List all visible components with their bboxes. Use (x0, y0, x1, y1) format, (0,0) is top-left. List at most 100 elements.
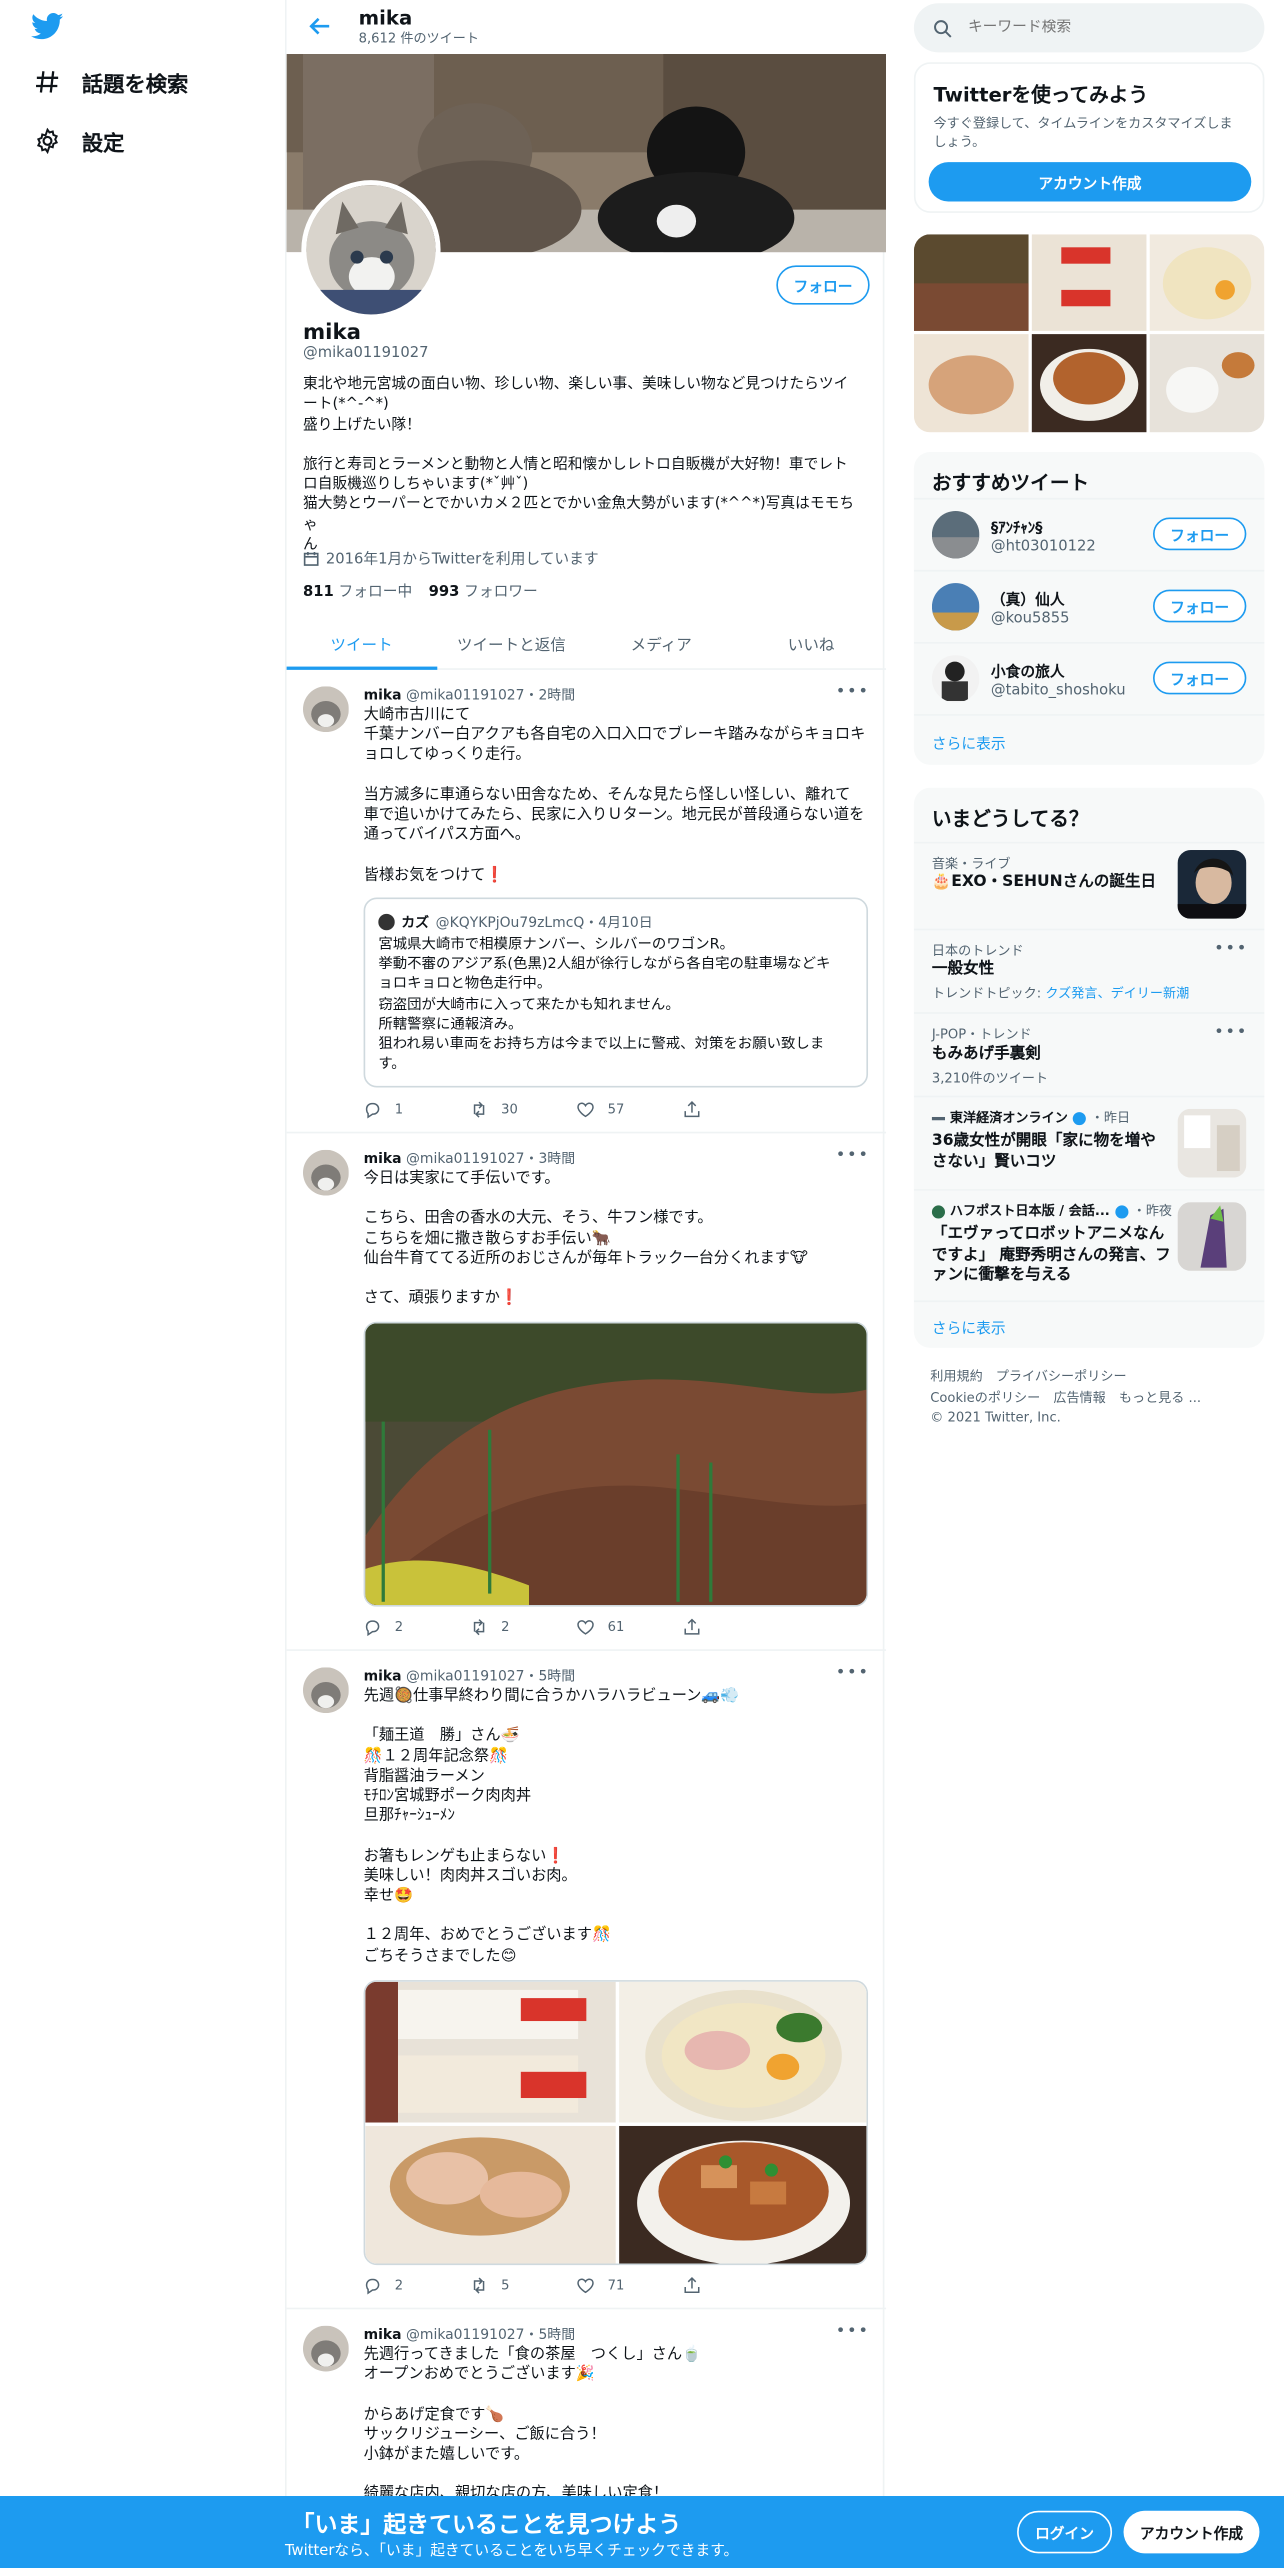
quoted-tweet[interactable]: カズ @KQYKPjOu79zLmcQ・4月10日 宮城県大崎市で相模原ナンバー… (363, 897, 869, 1088)
follow-button[interactable]: フォロー (1153, 517, 1247, 551)
tab-tweets[interactable]: ツイート (286, 619, 437, 670)
tweet-handle-time[interactable]: @mika01191027・2時間 (406, 688, 575, 704)
nav-item-explore[interactable]: 話題を検索 (33, 61, 189, 104)
tweet[interactable]: mika @mika01191027・5時間 ••• 先週🥘仕事早終わり間に合う… (286, 1651, 887, 2310)
tweet-author[interactable]: mika (364, 2327, 402, 2343)
retweet-button[interactable]: 2 (470, 1618, 576, 1636)
share-button[interactable] (683, 1101, 789, 1119)
nav-item-label: 設定 (81, 131, 125, 157)
tweet-text: 今日は実家にて手伝いです。 こちら、田舎の香水の大元、そう、牛フン様です。 こち… (364, 1169, 872, 1309)
tweet-photo-grid[interactable] (363, 1980, 869, 2266)
trend-category: J-POP・トレンド (931, 1026, 1032, 1042)
joined-text: 2016年1月からTwitterを利用しています (325, 551, 599, 569)
tweet[interactable]: mika @mika01191027・2時間 ••• 大崎市古川にて 千葉ナンバ… (286, 670, 887, 1134)
trend-title: 36歳女性が開眼「家に物を増やさない」賢いコツ (931, 1131, 1156, 1171)
recommended-account[interactable]: （真）仙人 @kou5855 フォロー (913, 569, 1265, 642)
tweet-author[interactable]: mika (364, 688, 402, 704)
tweet-line: こちらを畑に撒き散らすお手伝い🐂 (363, 1229, 611, 1248)
tweet-line: ごちそうさまでした😊 (363, 1946, 517, 1965)
media-grid[interactable] (913, 234, 1265, 433)
trend-title: 「エヴァってロボットアニメなんですよ」 庵野秀明さんの発言、ファンに衝撃を与える (931, 1225, 1171, 1285)
back-arrow-icon[interactable] (306, 13, 332, 39)
tweet-line: 幸せ🤩 (363, 1886, 414, 1905)
tweet-author[interactable]: mika (364, 1669, 402, 1685)
tweet-line: ﾓﾁﾛﾝ宮城野ポーク肉肉丼 (363, 1786, 532, 1805)
search-input[interactable] (967, 19, 1214, 37)
page-title: mika (358, 6, 413, 30)
recommended-account[interactable]: 小食の旅人 @tabito_shoshoku フォロー (913, 642, 1265, 714)
tweet-line: 千葉ナンバー白アクアも各自宅の入口入口でブレーキ踏みながらキョロキ (363, 725, 866, 744)
tweet-text: 先週🥘仕事早終わり間に合うかハラハラビューン🚙💨 「麺王道 勝」さん🍜 🎊１２周… (364, 1687, 872, 1967)
following-link[interactable]: 811 フォロー中 (303, 580, 412, 601)
tab-tweets-replies[interactable]: ツイートと返信 (436, 619, 586, 668)
trend-item[interactable]: 音楽・ライブ 🎂EXO・SEHUNさんの誕生日 (913, 841, 1265, 929)
like-button[interactable]: 71 (577, 2277, 683, 2295)
profile-handle: @mika01191027 (302, 345, 429, 362)
tweet-handle-time[interactable]: @mika01191027・5時間 (406, 2327, 575, 2343)
quote-line: す。 (378, 1056, 406, 1074)
reply-button[interactable]: 2 (364, 2277, 470, 2295)
tab-likes[interactable]: いいね (736, 619, 886, 668)
follow-button[interactable]: フォロー (1153, 589, 1247, 623)
tweet-avatar[interactable] (302, 1149, 349, 1196)
tweet-author[interactable]: mika (364, 1151, 402, 1167)
twitter-logo-icon[interactable] (29, 10, 65, 43)
trend-meta: 3,210件のツイート (931, 1071, 1049, 1086)
followers-link[interactable]: 993 フォロワー (429, 580, 538, 601)
footer-links-row[interactable]: 利用規約 プライバシーポリシー (930, 1368, 1258, 1388)
trend-item[interactable]: 日本のトレンド ••• 一般女性 トレンドトピック: クズ発言、デイリー新潮 (913, 928, 1265, 1013)
tweet-handle-time[interactable]: @mika01191027・3時間 (406, 1151, 575, 1167)
tweet-avatar[interactable] (302, 1667, 349, 1714)
share-button[interactable] (683, 1618, 789, 1636)
trend-meta-prefix: トレンドトピック: (931, 985, 1046, 1001)
tab-media[interactable]: メディア (586, 619, 736, 668)
search-box[interactable] (913, 3, 1265, 53)
trend-item[interactable]: 東洋経済オンライン ・昨日 36歳女性が開眼「家に物を増やさない」賢いコツ (913, 1095, 1265, 1189)
tweet-handle-time[interactable]: @mika01191027・5時間 (406, 1669, 575, 1685)
signup-button[interactable]: アカウント作成 (1123, 2510, 1260, 2554)
more-icon[interactable]: ••• (1214, 940, 1248, 958)
more-icon[interactable]: ••• (836, 683, 870, 701)
login-button[interactable]: ログイン (1017, 2510, 1113, 2554)
like-button[interactable]: 57 (577, 1101, 683, 1119)
tweet-avatar[interactable] (302, 2325, 349, 2372)
trend-item[interactable]: ハフポスト日本版 / 会話... ・昨夜 「エヴァってロボットアニメなんですよ」 … (913, 1189, 1265, 1300)
profile-avatar[interactable] (301, 180, 441, 320)
trend-item[interactable]: J-POP・トレンド ••• もみあげ手裏剣 3,210件のツイート (913, 1012, 1265, 1096)
retweet-button[interactable]: 5 (470, 2277, 576, 2295)
tweet-line: 「麺王道 勝」さん🍜 (363, 1726, 520, 1745)
trends-card: いまどうしてる？ 音楽・ライブ 🎂EXO・SEHUNさんの誕生日 日本のトレンド… (913, 787, 1265, 1348)
retweet-button[interactable]: 30 (470, 1101, 576, 1119)
follow-button[interactable]: フォロー (776, 265, 870, 305)
tweet-line: からあげ定食です🍗 (363, 2405, 505, 2424)
trend-meta-links[interactable]: クズ発言、デイリー新潮 (1045, 986, 1189, 1001)
tweet-line: オープンおめでとうございます🎉 (363, 2365, 595, 2384)
share-button[interactable] (683, 2276, 789, 2295)
reply-button[interactable]: 2 (364, 1618, 470, 1637)
avatar (931, 655, 980, 703)
create-account-button[interactable]: アカウント作成 (928, 162, 1252, 202)
nav-item-settings[interactable]: 設定 (33, 120, 125, 163)
tweet-photo[interactable] (363, 1321, 869, 1607)
more-icon[interactable]: ••• (836, 2322, 870, 2340)
reply-button[interactable]: 1 (364, 1101, 470, 1119)
tweet[interactable]: mika @mika01191027・3時間 ••• 今日は実家にて手伝いです。… (286, 1133, 887, 1651)
follow-button[interactable]: フォロー (1153, 661, 1247, 695)
tweet-avatar[interactable] (302, 686, 349, 733)
nav-item-label: 話題を検索 (81, 72, 189, 98)
followers-label: フォロワー (464, 584, 538, 602)
more-icon[interactable]: ••• (1214, 1024, 1248, 1042)
more-icon[interactable]: ••• (836, 1664, 870, 1682)
footer-links-row[interactable]: Cookieのポリシー 広告情報 もっと見る ... (930, 1388, 1258, 1408)
more-icon[interactable]: ••• (836, 1146, 870, 1164)
quote-line: 挙動不審のアジア系(色黒)2人組が徐行しながら各自宅の駐車場などキ (378, 956, 831, 974)
like-count: 61 (607, 1619, 625, 1635)
show-more-link[interactable]: さらに表示 (913, 1300, 1265, 1347)
tweet[interactable]: mika @mika01191027・5時間 ••• 先週行ってきました「食の茶… (287, 2309, 886, 2503)
tweet-line (364, 2385, 872, 2405)
like-button[interactable]: 61 (577, 1618, 683, 1636)
tweet-text: 先週行ってきました「食の茶屋 つくし」さん🍵 オープンおめでとうございます🎉 か… (364, 2345, 872, 2505)
calendar-icon (303, 551, 319, 566)
recommended-account[interactable]: §ｱﾝﾁｬﾝ§ @ht03010122 フォロー (913, 497, 1265, 570)
show-more-link[interactable]: さらに表示 (913, 714, 1265, 765)
